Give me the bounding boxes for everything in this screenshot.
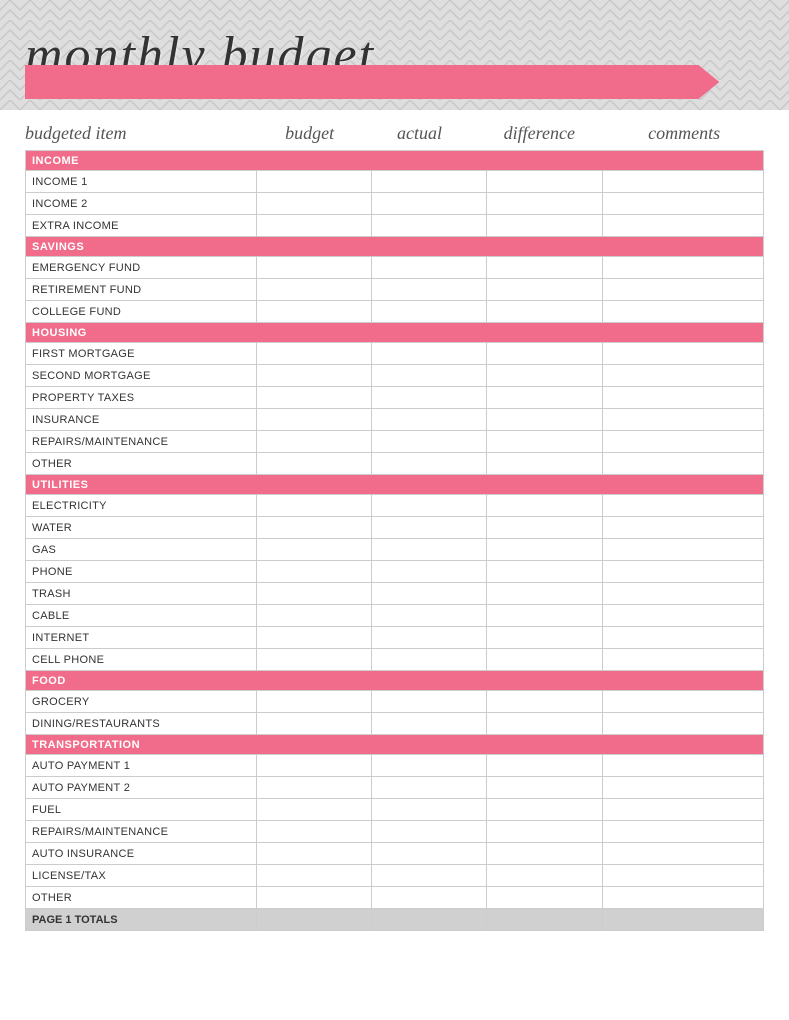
category-row-housing: HOUSING xyxy=(26,323,764,343)
table-row: INTERNET xyxy=(26,627,764,649)
table-row: PHONE xyxy=(26,561,764,583)
category-row-utilities: UTILITIES xyxy=(26,475,764,495)
col-header-comments: comments xyxy=(604,123,764,144)
item-cable: CABLE xyxy=(26,605,257,627)
table-row: INSURANCE xyxy=(26,409,764,431)
totals-diff[interactable] xyxy=(487,909,602,931)
category-label-savings: SAVINGS xyxy=(26,237,764,257)
table-row: REPAIRS/MAINTENANCE xyxy=(26,821,764,843)
table-row: SECOND MORTGAGE xyxy=(26,365,764,387)
page: monthly budget budgeted item budget actu… xyxy=(0,0,789,1020)
table-row: PROPERTY TAXES xyxy=(26,387,764,409)
category-row-income: INCOME xyxy=(26,151,764,171)
table-row: AUTO PAYMENT 1 xyxy=(26,755,764,777)
item-emergency-fund: EMERGENCY FUND xyxy=(26,257,257,279)
diff-income2[interactable] xyxy=(487,193,602,215)
item-fuel: FUEL xyxy=(26,799,257,821)
item-repairs-housing: REPAIRS/MAINTENANCE xyxy=(26,431,257,453)
item-extra-income: EXTRA INCOME xyxy=(26,215,257,237)
totals-row: PAGE 1 TOTALS xyxy=(26,909,764,931)
table-row: AUTO INSURANCE xyxy=(26,843,764,865)
totals-actual[interactable] xyxy=(371,909,486,931)
column-headers: budgeted item budget actual difference c… xyxy=(0,115,789,150)
item-college-fund: COLLEGE FUND xyxy=(26,301,257,323)
category-row-transportation: TRANSPORTATION xyxy=(26,735,764,755)
item-phone: PHONE xyxy=(26,561,257,583)
budget-table: INCOME INCOME 1 INCOME 2 EXTRA INCOME SA… xyxy=(25,150,764,931)
item-other-housing: OTHER xyxy=(26,453,257,475)
item-second-mortgage: SECOND MORTGAGE xyxy=(26,365,257,387)
table-row: DINING/RESTAURANTS xyxy=(26,713,764,735)
table-row: LICENSE/TAX xyxy=(26,865,764,887)
item-repairs-transport: REPAIRS/MAINTENANCE xyxy=(26,821,257,843)
item-retirement-fund: RETIREMENT FUND xyxy=(26,279,257,301)
item-auto-payment2: AUTO PAYMENT 2 xyxy=(26,777,257,799)
table-row: INCOME 1 xyxy=(26,171,764,193)
item-other-transport: OTHER xyxy=(26,887,257,909)
table-row: TRASH xyxy=(26,583,764,605)
col-header-item: budgeted item xyxy=(25,123,255,144)
actual-income1[interactable] xyxy=(371,171,486,193)
item-cell-phone: CELL PHONE xyxy=(26,649,257,671)
comments-extra-income[interactable] xyxy=(602,215,763,237)
diff-extra-income[interactable] xyxy=(487,215,602,237)
item-auto-payment1: AUTO PAYMENT 1 xyxy=(26,755,257,777)
category-label-housing: HOUSING xyxy=(26,323,764,343)
budget-extra-income[interactable] xyxy=(256,215,371,237)
category-label-food: FOOD xyxy=(26,671,764,691)
category-row-food: FOOD xyxy=(26,671,764,691)
budget-income2[interactable] xyxy=(256,193,371,215)
category-row-savings: SAVINGS xyxy=(26,237,764,257)
table-row: RETIREMENT FUND xyxy=(26,279,764,301)
item-internet: INTERNET xyxy=(26,627,257,649)
actual-extra-income[interactable] xyxy=(371,215,486,237)
comments-income1[interactable] xyxy=(602,171,763,193)
table-row: AUTO PAYMENT 2 xyxy=(26,777,764,799)
table-row: COLLEGE FUND xyxy=(26,301,764,323)
table-row: CABLE xyxy=(26,605,764,627)
budget-income1[interactable] xyxy=(256,171,371,193)
item-income1: INCOME 1 xyxy=(26,171,257,193)
table-row: OTHER xyxy=(26,453,764,475)
item-auto-insurance: AUTO INSURANCE xyxy=(26,843,257,865)
table-row: GAS xyxy=(26,539,764,561)
col-header-actual: actual xyxy=(365,123,475,144)
ribbon-banner xyxy=(25,65,719,99)
item-electricity: ELECTRICITY xyxy=(26,495,257,517)
chevron-header: monthly budget xyxy=(0,0,789,110)
table-row: EMERGENCY FUND xyxy=(26,257,764,279)
table-row: INCOME 2 xyxy=(26,193,764,215)
item-trash: TRASH xyxy=(26,583,257,605)
table-row: FUEL xyxy=(26,799,764,821)
item-first-mortgage: FIRST MORTGAGE xyxy=(26,343,257,365)
comments-income2[interactable] xyxy=(602,193,763,215)
item-grocery: GROCERY xyxy=(26,691,257,713)
table-row: WATER xyxy=(26,517,764,539)
category-label-income: INCOME xyxy=(26,151,764,171)
table-row: ELECTRICITY xyxy=(26,495,764,517)
table-row: EXTRA INCOME xyxy=(26,215,764,237)
table-row: REPAIRS/MAINTENANCE xyxy=(26,431,764,453)
col-header-difference: difference xyxy=(474,123,604,144)
totals-budget[interactable] xyxy=(256,909,371,931)
item-license-tax: LICENSE/TAX xyxy=(26,865,257,887)
item-income2: INCOME 2 xyxy=(26,193,257,215)
totals-label: PAGE 1 TOTALS xyxy=(26,909,257,931)
category-label-utilities: UTILITIES xyxy=(26,475,764,495)
col-header-budget: budget xyxy=(255,123,365,144)
diff-income1[interactable] xyxy=(487,171,602,193)
table-row: FIRST MORTGAGE xyxy=(26,343,764,365)
table-row: GROCERY xyxy=(26,691,764,713)
table-row: OTHER xyxy=(26,887,764,909)
table-row: CELL PHONE xyxy=(26,649,764,671)
item-gas: GAS xyxy=(26,539,257,561)
item-dining: DINING/RESTAURANTS xyxy=(26,713,257,735)
actual-income2[interactable] xyxy=(371,193,486,215)
totals-comments[interactable] xyxy=(602,909,763,931)
category-label-transportation: TRANSPORTATION xyxy=(26,735,764,755)
item-insurance-housing: INSURANCE xyxy=(26,409,257,431)
item-property-taxes: PROPERTY TAXES xyxy=(26,387,257,409)
item-water: WATER xyxy=(26,517,257,539)
